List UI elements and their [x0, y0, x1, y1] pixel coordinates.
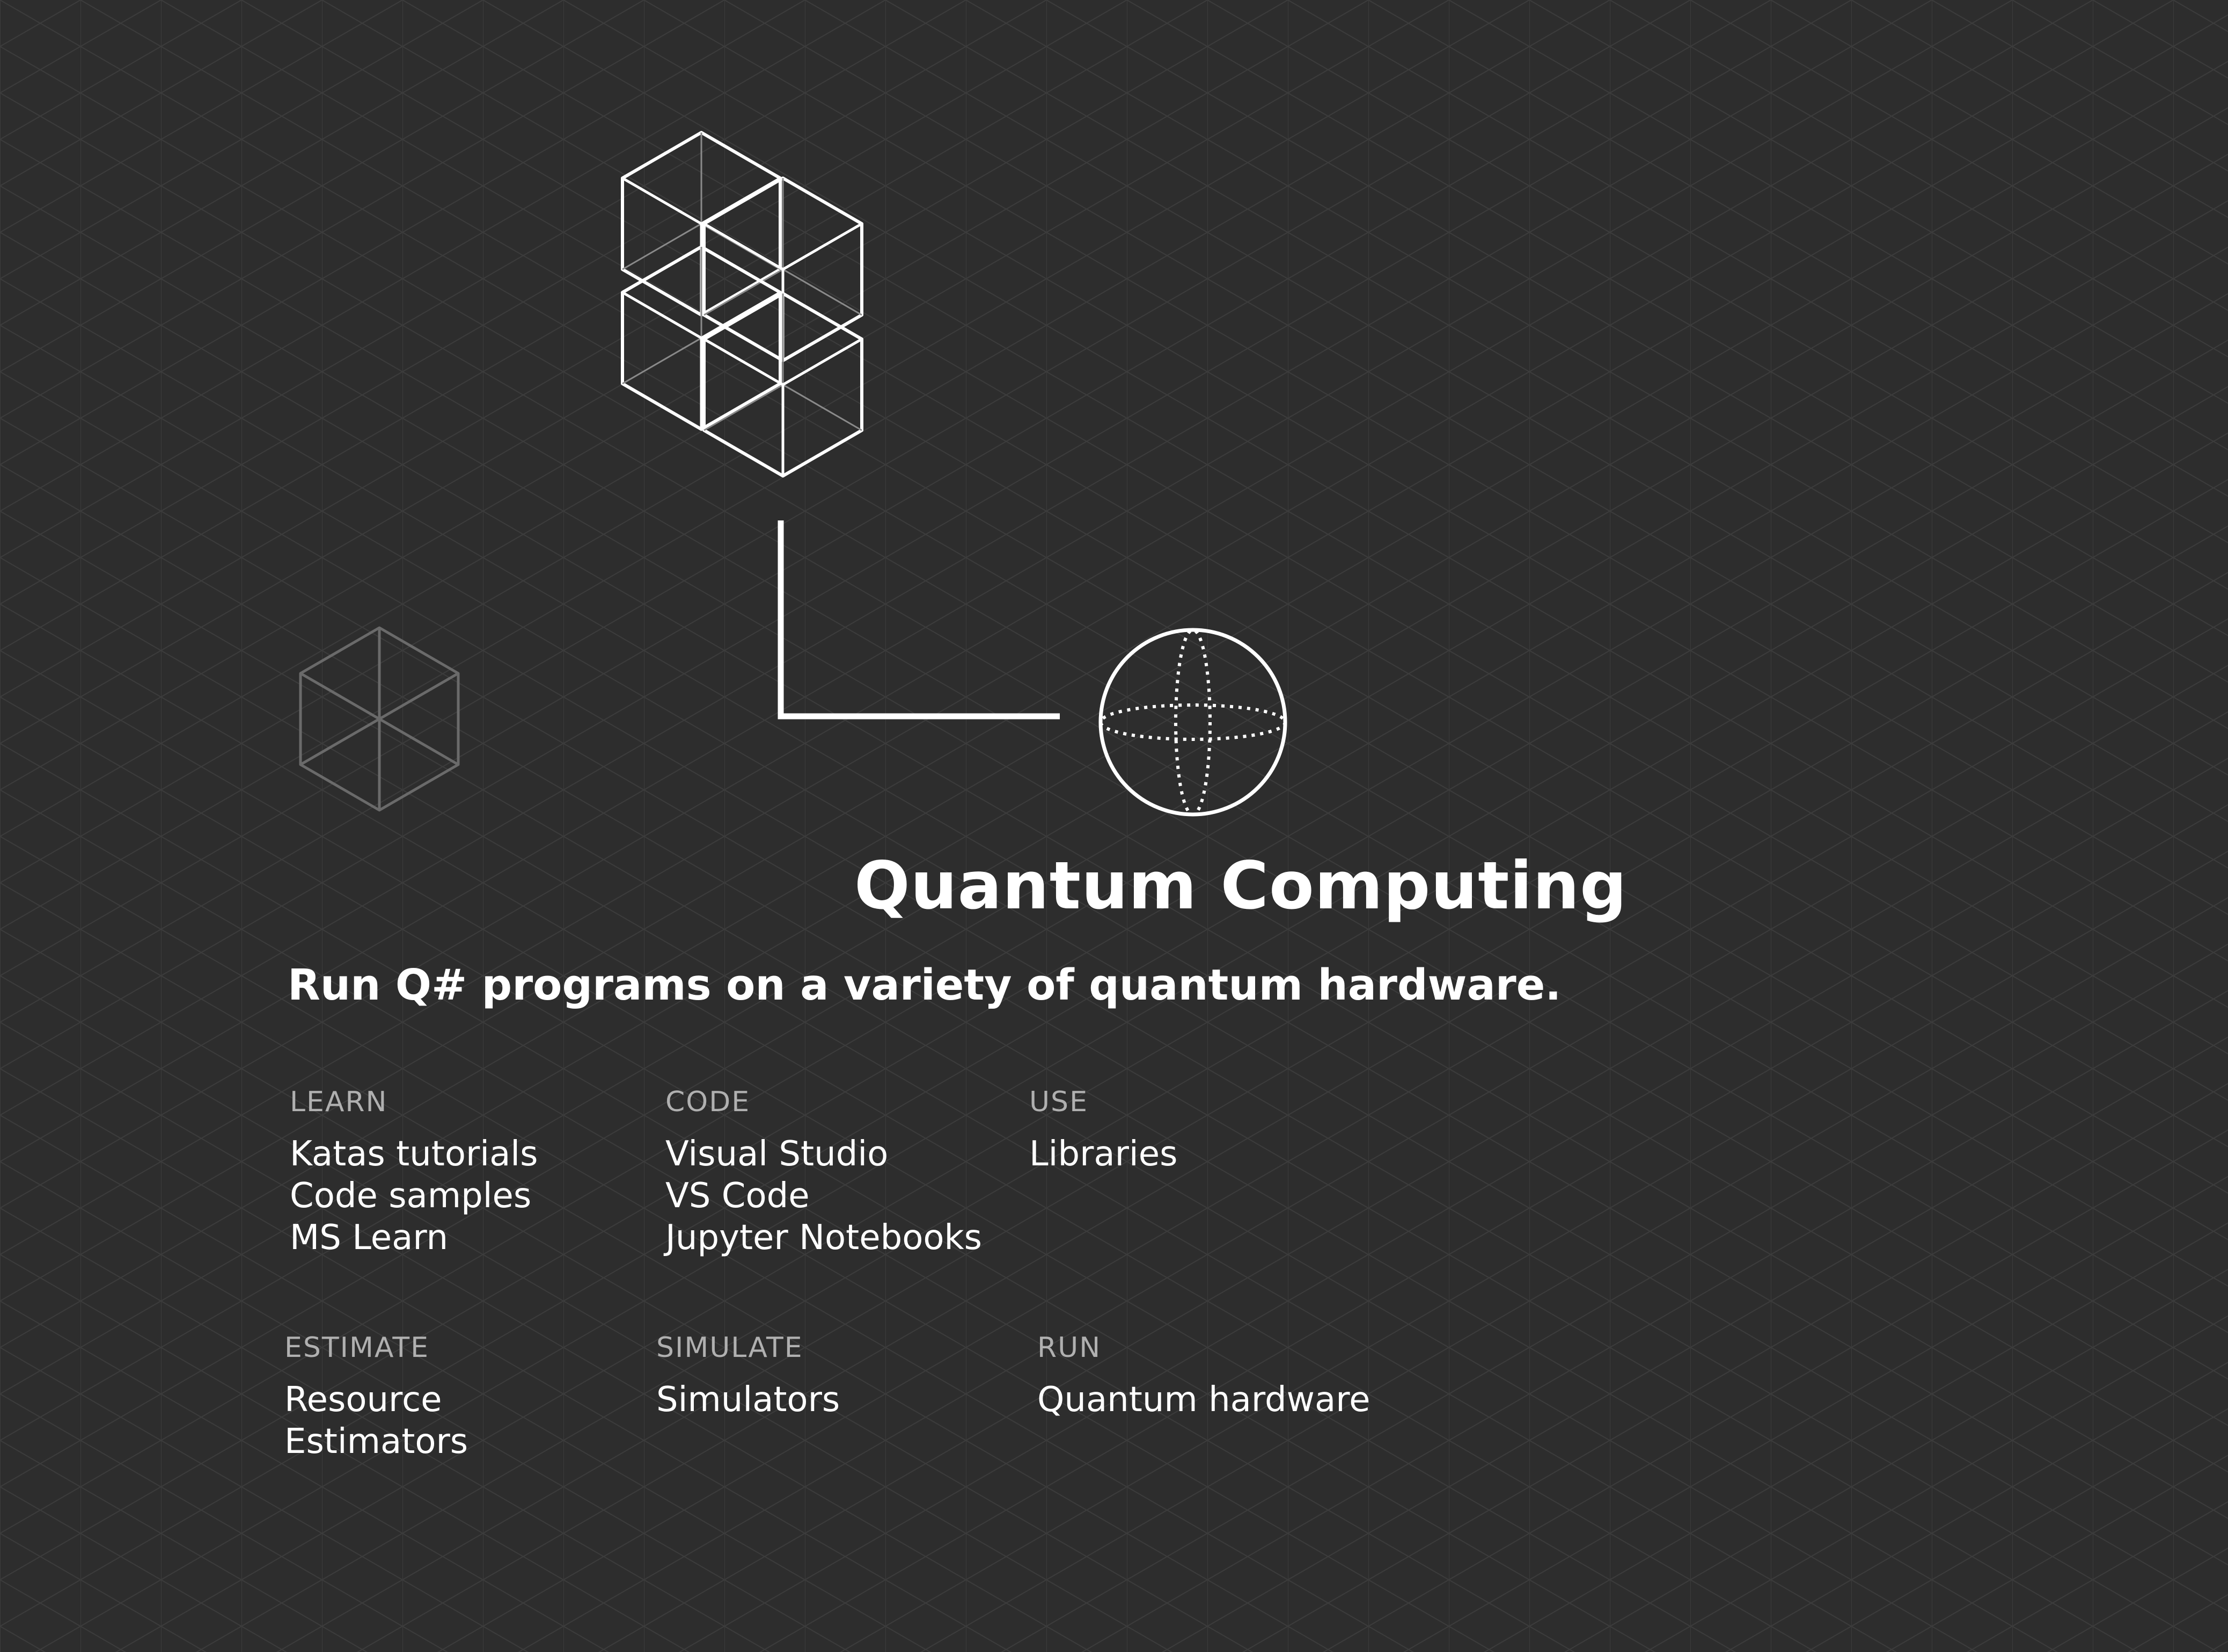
link-simulators[interactable]: Simulators [656, 1379, 840, 1421]
section-heading: USE [1029, 1086, 1088, 1118]
section-estimate: ESTIMATE Resource Estimators [284, 1332, 468, 1463]
link-ms-learn[interactable]: MS Learn [290, 1217, 538, 1259]
section-heading: CODE [665, 1086, 751, 1118]
link-estimators[interactable]: Estimators [284, 1421, 468, 1463]
link-visual-studio[interactable]: Visual Studio [665, 1133, 982, 1175]
page-subtitle: Run Q# programs on a variety of quantum … [288, 960, 1562, 1010]
link-quantum-hardware[interactable]: Quantum hardware [1037, 1379, 1370, 1421]
section-heading: RUN [1037, 1332, 1102, 1364]
section-run: RUN Quantum hardware [1037, 1332, 1370, 1421]
section-heading: LEARN [290, 1086, 388, 1118]
connector-lines [502, 520, 1060, 719]
hexagon-cluster-icon [621, 131, 863, 478]
hexagon-icon [299, 626, 460, 812]
link-katas-tutorials[interactable]: Katas tutorials [290, 1133, 538, 1175]
link-libraries[interactable]: Libraries [1029, 1133, 1177, 1175]
link-resource[interactable]: Resource [284, 1379, 468, 1421]
section-learn: LEARN Katas tutorials Code samples MS Le… [290, 1086, 538, 1259]
section-simulate: SIMULATE Simulators [656, 1332, 840, 1421]
section-use: USE Libraries [1029, 1086, 1177, 1175]
section-heading: SIMULATE [656, 1332, 803, 1364]
link-jupyter-notebooks[interactable]: Jupyter Notebooks [665, 1217, 982, 1259]
link-code-samples[interactable]: Code samples [290, 1175, 538, 1217]
page-title: Quantum Computing [854, 848, 1628, 924]
section-heading: ESTIMATE [284, 1332, 429, 1364]
section-code: CODE Visual Studio VS Code Jupyter Noteb… [665, 1086, 982, 1259]
link-vs-code[interactable]: VS Code [665, 1175, 982, 1217]
sphere-qubit-icon [1098, 628, 1287, 817]
